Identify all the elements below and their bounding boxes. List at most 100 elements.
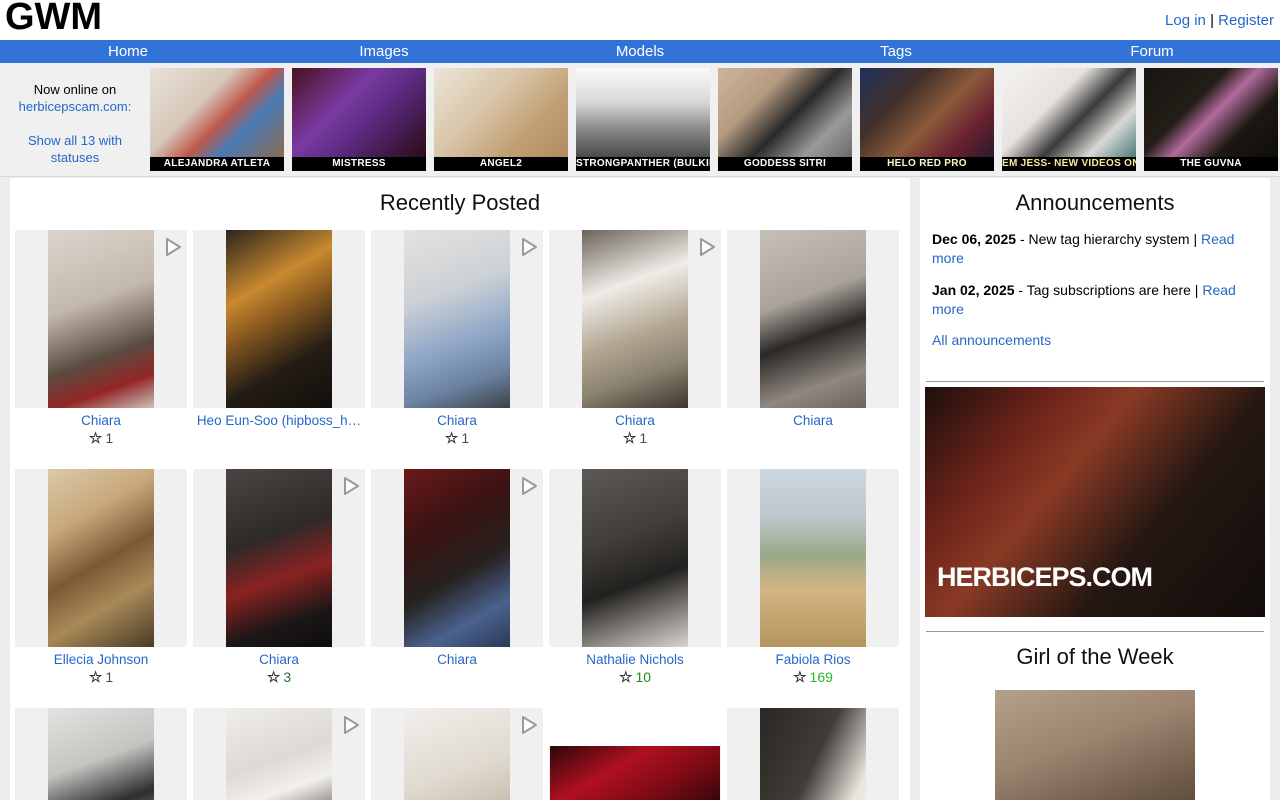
page-header: GWM Log in | Register: [0, 0, 1280, 40]
post-card: [15, 708, 187, 800]
post-card: Chiara ☆: [727, 230, 899, 447]
post-card: [727, 708, 899, 800]
star-count-row: ☆1: [371, 430, 543, 447]
nav-item-images[interactable]: Images: [256, 40, 512, 63]
post-thumbnail[interactable]: [15, 469, 187, 647]
show-all-statuses-link[interactable]: Show all 13 with statuses: [15, 132, 135, 166]
online-model-image: [1002, 68, 1136, 157]
site-logo[interactable]: GWM: [5, 0, 102, 39]
post-card: Chiara ☆1: [15, 230, 187, 447]
post-image: [226, 708, 332, 800]
online-model-name: ALEJANDRA ATLETA: [150, 157, 284, 171]
play-icon: [516, 712, 540, 738]
post-card: Nathalie Nichols ☆10: [549, 469, 721, 686]
announcement-item: Dec 06, 2025 - New tag hierarchy system …: [920, 230, 1270, 268]
online-model-name: GODDESS SITRI: [718, 157, 852, 171]
all-announcements-row: All announcements: [920, 332, 1270, 348]
model-name-link[interactable]: Chiara: [371, 413, 543, 429]
post-thumbnail[interactable]: [727, 708, 899, 800]
online-model-thumb[interactable]: HELO RED PRO: [860, 68, 994, 171]
model-name-link[interactable]: Heo Eun-Soo (hipboss_h…: [193, 413, 365, 429]
post-thumbnail[interactable]: [549, 230, 721, 408]
play-icon: [694, 234, 718, 260]
post-thumbnail[interactable]: [371, 230, 543, 408]
post-thumbnail[interactable]: [371, 469, 543, 647]
post-card: [549, 708, 721, 800]
star-count: 1: [105, 430, 113, 446]
model-name-link[interactable]: Chiara: [193, 652, 365, 668]
post-image: [760, 708, 866, 800]
star-count-row: ☆169: [727, 669, 899, 686]
online-model-thumb[interactable]: STRONGPANTHER (BULKIN: [576, 68, 710, 171]
girl-of-the-week-image[interactable]: [995, 690, 1195, 800]
post-card: Chiara ☆3: [193, 469, 365, 686]
star-count: 10: [635, 669, 651, 685]
nav-item-models[interactable]: Models: [512, 40, 768, 63]
sidebar-divider: [926, 381, 1264, 382]
post-thumbnail[interactable]: [193, 708, 365, 800]
model-name-link[interactable]: Chiara: [371, 652, 543, 668]
online-model-name: EM JESS- NEW VIDEOS ON: [1002, 157, 1136, 171]
login-link[interactable]: Log in: [1165, 12, 1206, 29]
model-name-link[interactable]: Chiara: [549, 413, 721, 429]
play-icon: [160, 234, 184, 260]
post-image: [404, 230, 510, 408]
nav-item-home[interactable]: Home: [0, 40, 256, 63]
post-row: [10, 708, 910, 800]
star-icon: ☆: [623, 430, 636, 447]
model-name-link[interactable]: Chiara: [15, 413, 187, 429]
post-thumbnail[interactable]: [371, 708, 543, 800]
online-model-name: STRONGPANTHER (BULKIN: [576, 157, 710, 171]
star-count-row: ☆1: [15, 430, 187, 447]
spacer: [0, 115, 150, 132]
star-icon: ☆: [89, 430, 102, 447]
online-model-image: [1144, 68, 1278, 157]
online-model-image: [576, 68, 710, 157]
online-model-image: [150, 68, 284, 157]
online-strip: Now online on herbicepscam.com: Show all…: [0, 63, 1280, 177]
online-model-thumb[interactable]: ANGEL2: [434, 68, 568, 171]
post-image: [48, 230, 154, 408]
play-icon: [338, 473, 362, 499]
model-name-link[interactable]: Chiara: [727, 413, 899, 429]
sidebar-panel: Announcements Dec 06, 2025 - New tag hie…: [920, 178, 1270, 800]
post-thumbnail[interactable]: [15, 230, 187, 408]
model-name-link[interactable]: Ellecia Johnson: [15, 652, 187, 668]
online-model-thumb[interactable]: ALEJANDRA ATLETA: [150, 68, 284, 171]
post-thumbnail[interactable]: [549, 746, 721, 800]
post-thumbnail[interactable]: [193, 469, 365, 647]
online-model-thumb[interactable]: EM JESS- NEW VIDEOS ON: [1002, 68, 1136, 171]
herbiceps-ad-banner[interactable]: HERBICEPS.COM: [925, 387, 1265, 617]
post-thumbnail[interactable]: [727, 230, 899, 408]
herbicepscam-link[interactable]: herbicepscam.com:: [19, 99, 132, 114]
online-model-thumb[interactable]: GODDESS SITRI: [718, 68, 852, 171]
auth-separator: |: [1210, 12, 1214, 29]
online-model-thumb[interactable]: MISTRESS: [292, 68, 426, 171]
nav-item-forum[interactable]: Forum: [1024, 40, 1280, 63]
star-icon: ☆: [619, 669, 632, 686]
post-thumbnail[interactable]: [193, 230, 365, 408]
post-row: Ellecia Johnson ☆1 Chiara ☆3: [10, 469, 910, 686]
online-model-name: ANGEL2: [434, 157, 568, 171]
online-model-name: THE GUVNA: [1144, 157, 1278, 171]
play-icon: [338, 712, 362, 738]
model-name-link[interactable]: Nathalie Nichols: [549, 652, 721, 668]
post-card: [371, 708, 543, 800]
star-count: 3: [283, 669, 291, 685]
post-card: [193, 708, 365, 800]
post-image: [404, 469, 510, 647]
nav-item-tags[interactable]: Tags: [768, 40, 1024, 63]
online-model-thumb[interactable]: THE GUVNA: [1144, 68, 1278, 171]
post-row: Chiara ☆1 Heo Eun-Soo (hipboss_h… ☆: [10, 230, 910, 447]
online-model-image: [718, 68, 852, 157]
model-name-link[interactable]: Fabiola Rios: [727, 652, 899, 668]
register-link[interactable]: Register: [1218, 12, 1274, 29]
star-count-row: ☆1: [15, 669, 187, 686]
post-thumbnail[interactable]: [15, 708, 187, 800]
post-thumbnail[interactable]: [549, 469, 721, 647]
announcement-text: - Tag subscriptions are here |: [1015, 282, 1203, 298]
all-announcements-link[interactable]: All announcements: [932, 332, 1051, 348]
online-model-name: MISTRESS: [292, 157, 426, 171]
post-thumbnail[interactable]: [727, 469, 899, 647]
online-model-name: HELO RED PRO: [860, 157, 994, 171]
